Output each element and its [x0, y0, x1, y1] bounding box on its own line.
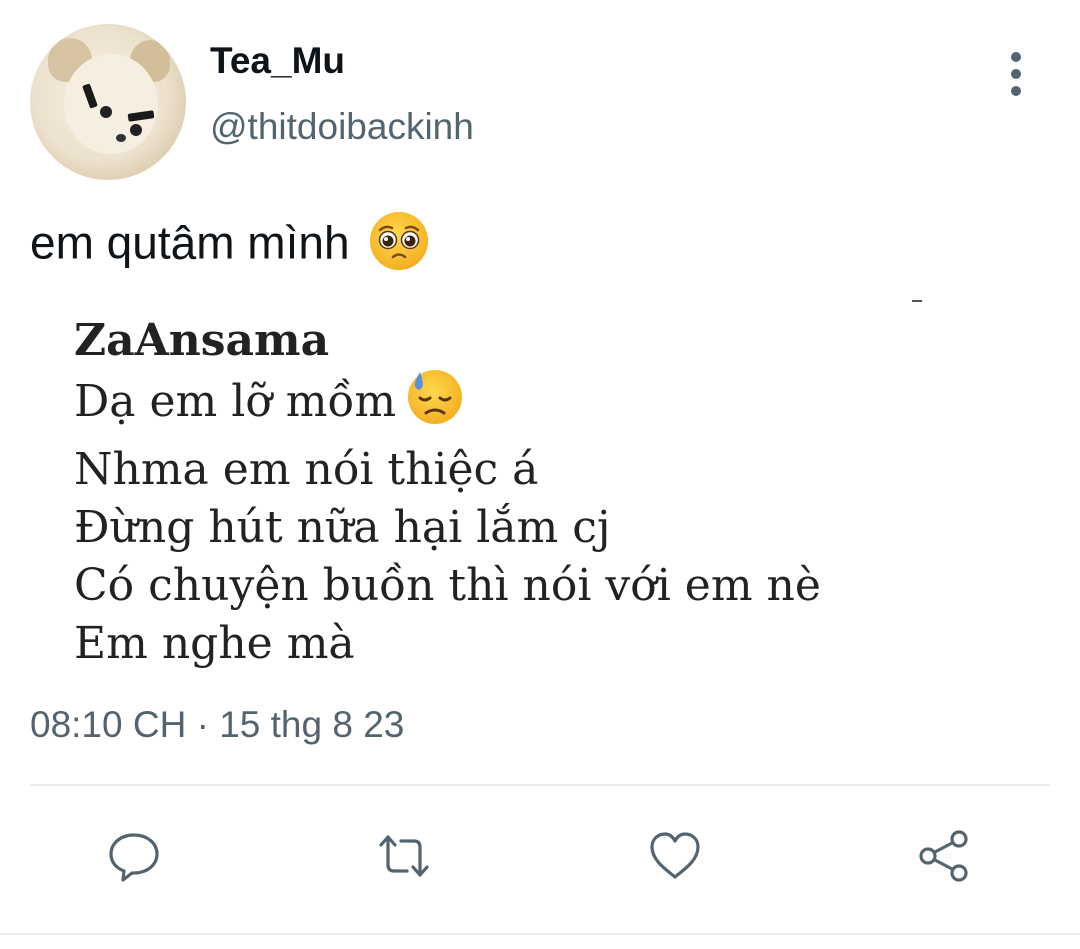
quoted-line: Em nghe mà — [74, 618, 355, 669]
quoted-name: ZaAnsama — [74, 315, 330, 366]
quoted-line: Đừng hút nữa hại lắm cj — [74, 502, 611, 553]
reply-icon — [109, 833, 159, 882]
quoted-line: Dạ em lỡ mồm — [74, 368, 821, 441]
heart-icon — [650, 832, 700, 879]
decorative-dash — [912, 300, 922, 302]
divider — [30, 784, 1050, 786]
user-handle[interactable]: @thitdoibackinh — [210, 106, 474, 148]
display-name[interactable]: Tea_Mu — [210, 40, 345, 82]
pleading-face-icon — [368, 210, 430, 283]
avatar-nose — [116, 134, 126, 142]
share-button[interactable] — [914, 826, 974, 886]
tweet-text-content: em qutâm mình — [30, 216, 350, 269]
like-button[interactable] — [645, 826, 705, 886]
retweet-button[interactable] — [374, 826, 434, 886]
reply-button[interactable] — [104, 826, 164, 886]
bottom-border — [0, 933, 1080, 935]
avatar-face — [64, 54, 158, 154]
avatar-eye-left — [100, 106, 112, 118]
avatar[interactable] — [30, 24, 186, 180]
quoted-line-text: Dạ em lỡ mồm — [74, 376, 397, 427]
avatar-eye-right — [130, 124, 142, 136]
tweet-timestamp[interactable]: 08:10 CH · 15 thg 8 23 — [30, 704, 404, 746]
quoted-image-text: ZaAnsama Dạ em lỡ mồm Nhma em nói thiệc … — [74, 314, 821, 673]
downcast-face-with-sweat-icon — [406, 368, 464, 441]
share-icon — [919, 830, 968, 882]
quoted-line: Nhma em nói thiệc á — [74, 444, 539, 495]
more-options-icon[interactable] — [1004, 52, 1028, 98]
retweet-icon — [379, 835, 429, 877]
tweet-text: em qutâm mình — [30, 210, 430, 283]
quoted-line: Có chuyện buồn thì nói với em nè — [74, 560, 821, 611]
